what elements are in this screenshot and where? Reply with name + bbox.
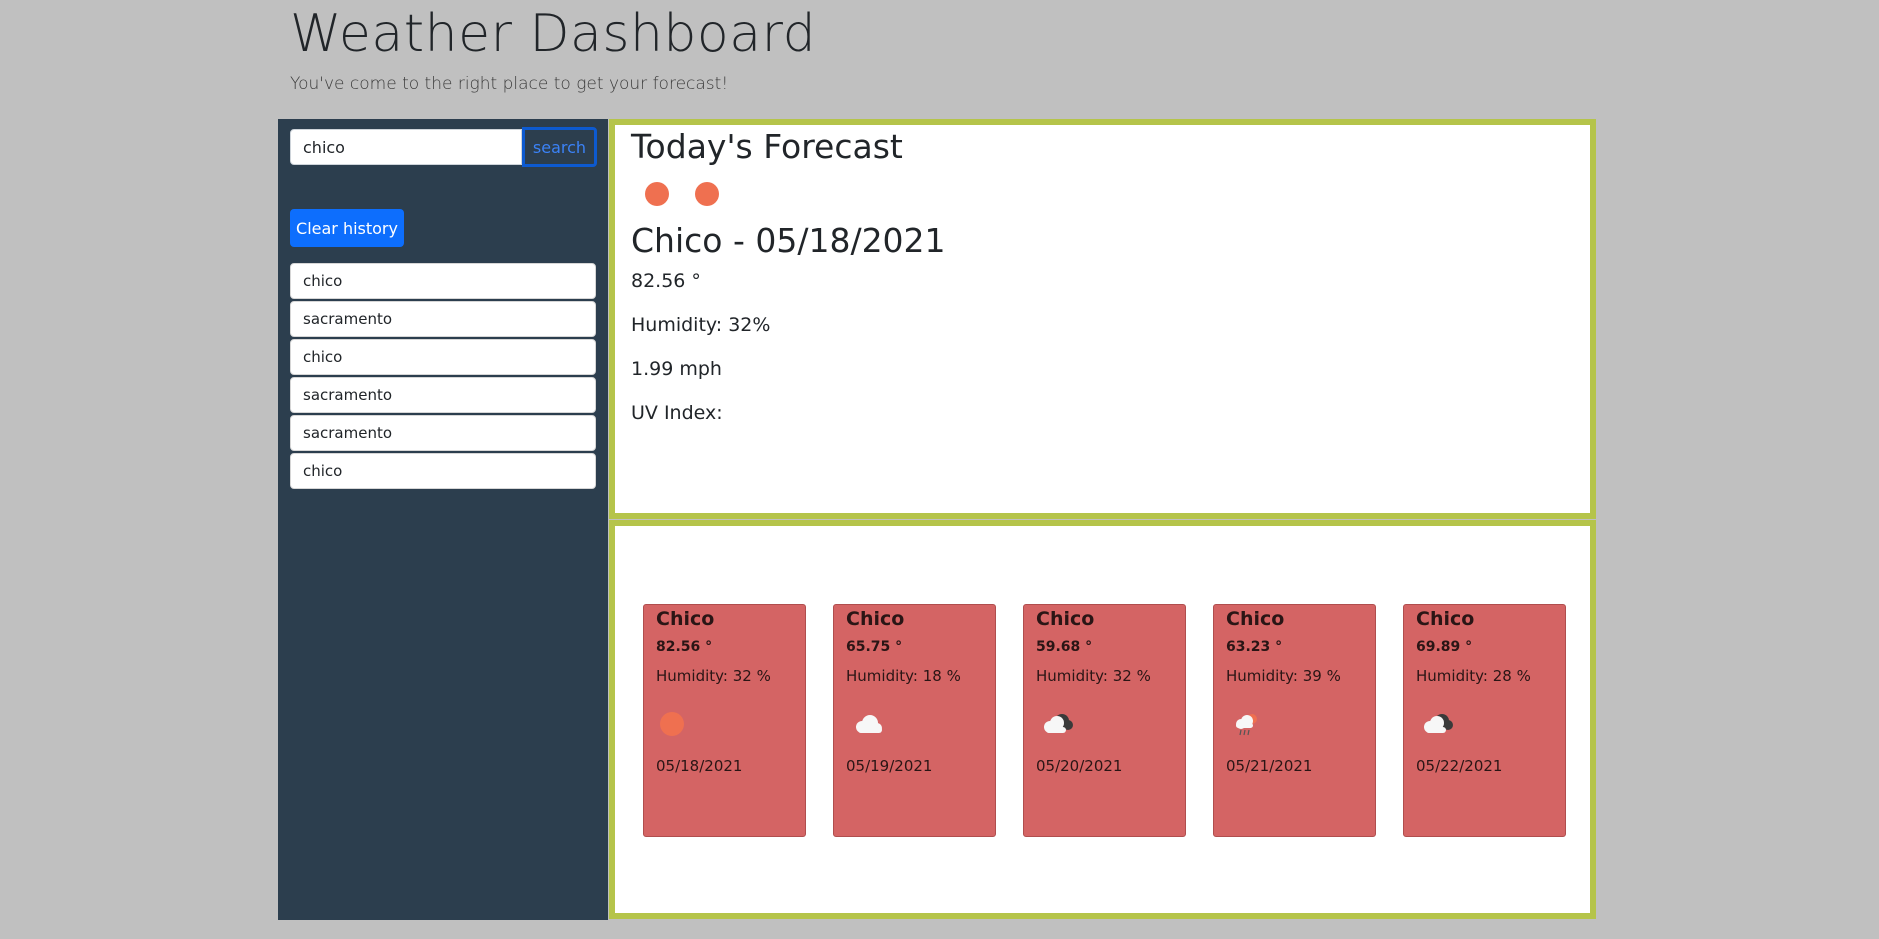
rain-icon	[1236, 714, 1257, 736]
history-item[interactable]: sacramento	[290, 301, 596, 337]
forecast-card: Chico 59.68 ° Humidity: 32 % 05/20/2021	[1023, 604, 1186, 837]
card-temperature: 63.23 °	[1226, 639, 1283, 655]
card-temperature: 82.56 °	[656, 639, 713, 655]
card-humidity: Humidity: 32 %	[1036, 667, 1151, 685]
card-temperature: 69.89 °	[1416, 639, 1473, 655]
card-date: 05/20/2021	[1036, 757, 1123, 775]
card-date: 05/21/2021	[1226, 757, 1313, 775]
clear-history-button[interactable]: Clear history	[290, 209, 404, 247]
page-subtitle: You've come to the right place to get yo…	[290, 74, 729, 94]
page-title: Weather Dashboard	[290, 4, 817, 64]
page-header: Weather Dashboard You've come to the rig…	[290, 0, 816, 94]
sun-icon	[660, 712, 684, 736]
forecast-card: Chico 63.23 ° Humidity: 39 % 05/21/2021	[1213, 604, 1376, 837]
search-row: search	[290, 127, 597, 167]
card-temperature: 65.75 °	[846, 639, 903, 655]
today-temperature: 82.56 °	[631, 270, 701, 292]
forecast-card: Chico 65.75 ° Humidity: 18 % 05/19/2021	[833, 604, 996, 837]
search-history-list: chico sacramento chico sacramento sacram…	[290, 263, 596, 491]
history-item[interactable]: chico	[290, 263, 596, 299]
forecast-cards: Chico 82.56 ° Humidity: 32 % 05/18/2021 …	[643, 604, 1566, 837]
card-city: Chico	[1036, 608, 1095, 630]
history-item[interactable]: sacramento	[290, 377, 596, 413]
broken-clouds-icon	[1424, 714, 1453, 733]
today-forecast-panel: Today's Forecast Chico - 05/18/2021 82.5…	[609, 119, 1596, 519]
card-humidity: Humidity: 28 %	[1416, 667, 1531, 685]
history-item[interactable]: chico	[290, 339, 596, 375]
card-city: Chico	[1226, 608, 1285, 630]
forecast-card: Chico 69.89 ° Humidity: 28 % 05/22/2021	[1403, 604, 1566, 837]
history-item[interactable]: chico	[290, 453, 596, 489]
card-humidity: Humidity: 39 %	[1226, 667, 1341, 685]
forecast-card: Chico 82.56 ° Humidity: 32 % 05/18/2021	[643, 604, 806, 837]
today-humidity: Humidity: 32%	[631, 314, 771, 336]
search-button[interactable]: search	[522, 127, 597, 167]
five-day-forecast-panel: Chico 82.56 ° Humidity: 32 % 05/18/2021 …	[609, 520, 1596, 919]
search-input[interactable]	[290, 129, 522, 165]
card-date: 05/18/2021	[656, 757, 743, 775]
card-temperature: 59.68 °	[1036, 639, 1093, 655]
card-date: 05/22/2021	[1416, 757, 1503, 775]
sun-icon	[645, 182, 669, 206]
today-icons	[645, 182, 719, 206]
history-item[interactable]: sacramento	[290, 415, 596, 451]
cloud-icon	[856, 715, 882, 733]
card-city: Chico	[846, 608, 905, 630]
card-city: Chico	[656, 608, 715, 630]
card-date: 05/19/2021	[846, 757, 933, 775]
today-city-date: Chico - 05/18/2021	[631, 221, 946, 260]
card-humidity: Humidity: 32 %	[656, 667, 771, 685]
today-wind: 1.99 mph	[631, 358, 722, 380]
sun-icon	[695, 182, 719, 206]
card-city: Chico	[1416, 608, 1475, 630]
today-heading: Today's Forecast	[631, 127, 903, 166]
sidebar: search Clear history chico sacramento ch…	[278, 119, 608, 920]
card-humidity: Humidity: 18 %	[846, 667, 961, 685]
today-uv-index: UV Index:	[631, 402, 723, 424]
broken-clouds-icon	[1044, 714, 1073, 733]
